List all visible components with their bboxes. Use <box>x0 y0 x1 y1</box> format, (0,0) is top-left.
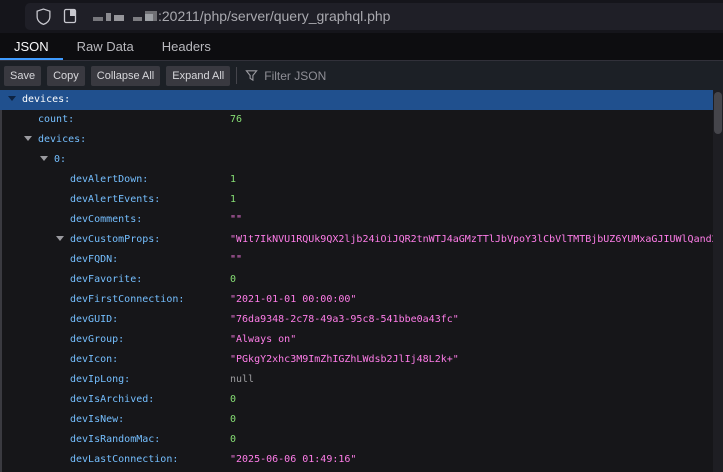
json-key: devComments: <box>70 214 142 225</box>
json-key: devGUID: <box>70 314 118 325</box>
page-icon[interactable] <box>63 8 77 24</box>
json-row[interactable]: devIpLong: null <box>0 370 713 390</box>
json-row[interactable]: devIsRandomMac: 0 <box>0 430 713 450</box>
json-row[interactable]: devGroup: "Always on" <box>0 330 713 350</box>
json-row[interactable]: devices: <box>0 130 713 150</box>
redacted-host <box>93 3 159 30</box>
json-key: devIcon: <box>70 354 118 365</box>
json-key: devGroup: <box>70 334 124 345</box>
json-value: "PGkgY2xhc3M9ImZhIGZhLWdsb2JlIj48L2k+" <box>230 350 459 370</box>
json-value: "2021-01-01 00:00:00" <box>230 290 356 310</box>
tab-headers[interactable]: Headers <box>148 33 225 60</box>
json-key: devCustomProps: <box>70 234 160 245</box>
json-value: 1 <box>230 170 236 190</box>
json-row[interactable]: devFQDN: "" <box>0 250 713 270</box>
json-value: "2025-06-06 01:49:16" <box>230 450 356 470</box>
json-key: devIsArchived: <box>70 394 154 405</box>
json-value: "76da9348-2c78-49a3-95c8-541bbe0a43fc" <box>230 310 459 330</box>
json-value: "Always on" <box>230 330 296 350</box>
json-row[interactable]: devLastConnection: "2025-06-06 01:49:16" <box>0 450 713 470</box>
scrollbar-thumb[interactable] <box>714 92 722 134</box>
url-text: :20211/php/server/query_graphql.php <box>158 3 390 30</box>
json-value: "W1t7IkNVU1RQUk9QX2ljb24iOiJQR2tnWTJ4aGM… <box>230 230 713 250</box>
expand-all-button[interactable]: Expand All <box>166 66 230 86</box>
json-row[interactable]: devAlertDown: 1 <box>0 170 713 190</box>
json-row[interactable]: 0: <box>0 150 713 170</box>
json-value: "" <box>230 210 242 230</box>
json-value: 76 <box>230 110 242 130</box>
browser-chrome: :20211/php/server/query_graphql.php <box>0 0 723 33</box>
scrollbar-track[interactable] <box>713 90 723 472</box>
toolbar-separator <box>236 67 237 84</box>
firefox-json-viewer: :20211/php/server/query_graphql.php JSON… <box>0 0 723 472</box>
json-row[interactable]: count: 76 <box>0 110 713 130</box>
json-key: devIsNew: <box>70 414 124 425</box>
json-row[interactable]: devCustomProps: "W1t7IkNVU1RQUk9QX2ljb24i… <box>0 230 713 250</box>
json-key: devLastConnection: <box>70 454 178 465</box>
json-key: count: <box>38 114 74 125</box>
viewer-tabbar: JSON Raw Data Headers <box>0 33 723 61</box>
json-row[interactable]: devAlertEvents: 1 <box>0 190 713 210</box>
copy-button[interactable]: Copy <box>47 66 85 86</box>
json-key: devices: <box>22 94 70 105</box>
json-key: devFQDN: <box>70 254 118 265</box>
funnel-icon <box>245 69 258 82</box>
json-key: devAlertDown: <box>70 174 148 185</box>
json-key: devAlertEvents: <box>70 194 160 205</box>
json-row[interactable]: devFirstConnection: "2021-01-01 00:00:00" <box>0 290 713 310</box>
address-bar[interactable]: :20211/php/server/query_graphql.php <box>25 3 723 30</box>
json-value: 0 <box>230 410 236 430</box>
json-row[interactable]: devices: <box>0 90 713 110</box>
twisty-icon[interactable] <box>56 230 70 250</box>
json-key: 0: <box>54 154 66 165</box>
json-toolbar: Save Copy Collapse All Expand All <box>0 61 723 90</box>
json-tree: devices: count: 76 devices: 0: devAlertDown: 1… <box>0 90 713 472</box>
json-key: devFavorite: <box>70 274 142 285</box>
json-key: devices: <box>38 134 86 145</box>
json-row[interactable]: devFavorite: 0 <box>0 270 713 290</box>
json-row[interactable]: devIcon: "PGkgY2xhc3M9ImZhIGZhLWdsb2JlIj4… <box>0 350 713 370</box>
twisty-icon[interactable] <box>40 150 54 170</box>
json-value: "" <box>230 250 242 270</box>
tab-raw-data[interactable]: Raw Data <box>63 33 148 60</box>
twisty-icon[interactable] <box>8 90 22 110</box>
json-row[interactable]: devIsNew: 0 <box>0 410 713 430</box>
tab-json[interactable]: JSON <box>0 33 63 60</box>
twisty-icon[interactable] <box>24 130 38 150</box>
json-key: devIpLong: <box>70 374 130 385</box>
collapse-all-button[interactable]: Collapse All <box>91 66 160 86</box>
filter-box <box>245 69 394 83</box>
json-value: 0 <box>230 430 236 450</box>
json-key: devFirstConnection: <box>70 294 184 305</box>
filter-json-input[interactable] <box>264 69 394 83</box>
json-value: 1 <box>230 190 236 210</box>
json-key: devIsRandomMac: <box>70 434 160 445</box>
json-value: 0 <box>230 390 236 410</box>
json-row[interactable]: devComments: "" <box>0 210 713 230</box>
json-value: null <box>230 370 254 390</box>
save-button[interactable]: Save <box>4 66 41 86</box>
json-value: 0 <box>230 270 236 290</box>
shield-icon[interactable] <box>35 8 52 25</box>
json-row[interactable]: devIsArchived: 0 <box>0 390 713 410</box>
json-row[interactable]: devGUID: "76da9348-2c78-49a3-95c8-541bbe0… <box>0 310 713 330</box>
